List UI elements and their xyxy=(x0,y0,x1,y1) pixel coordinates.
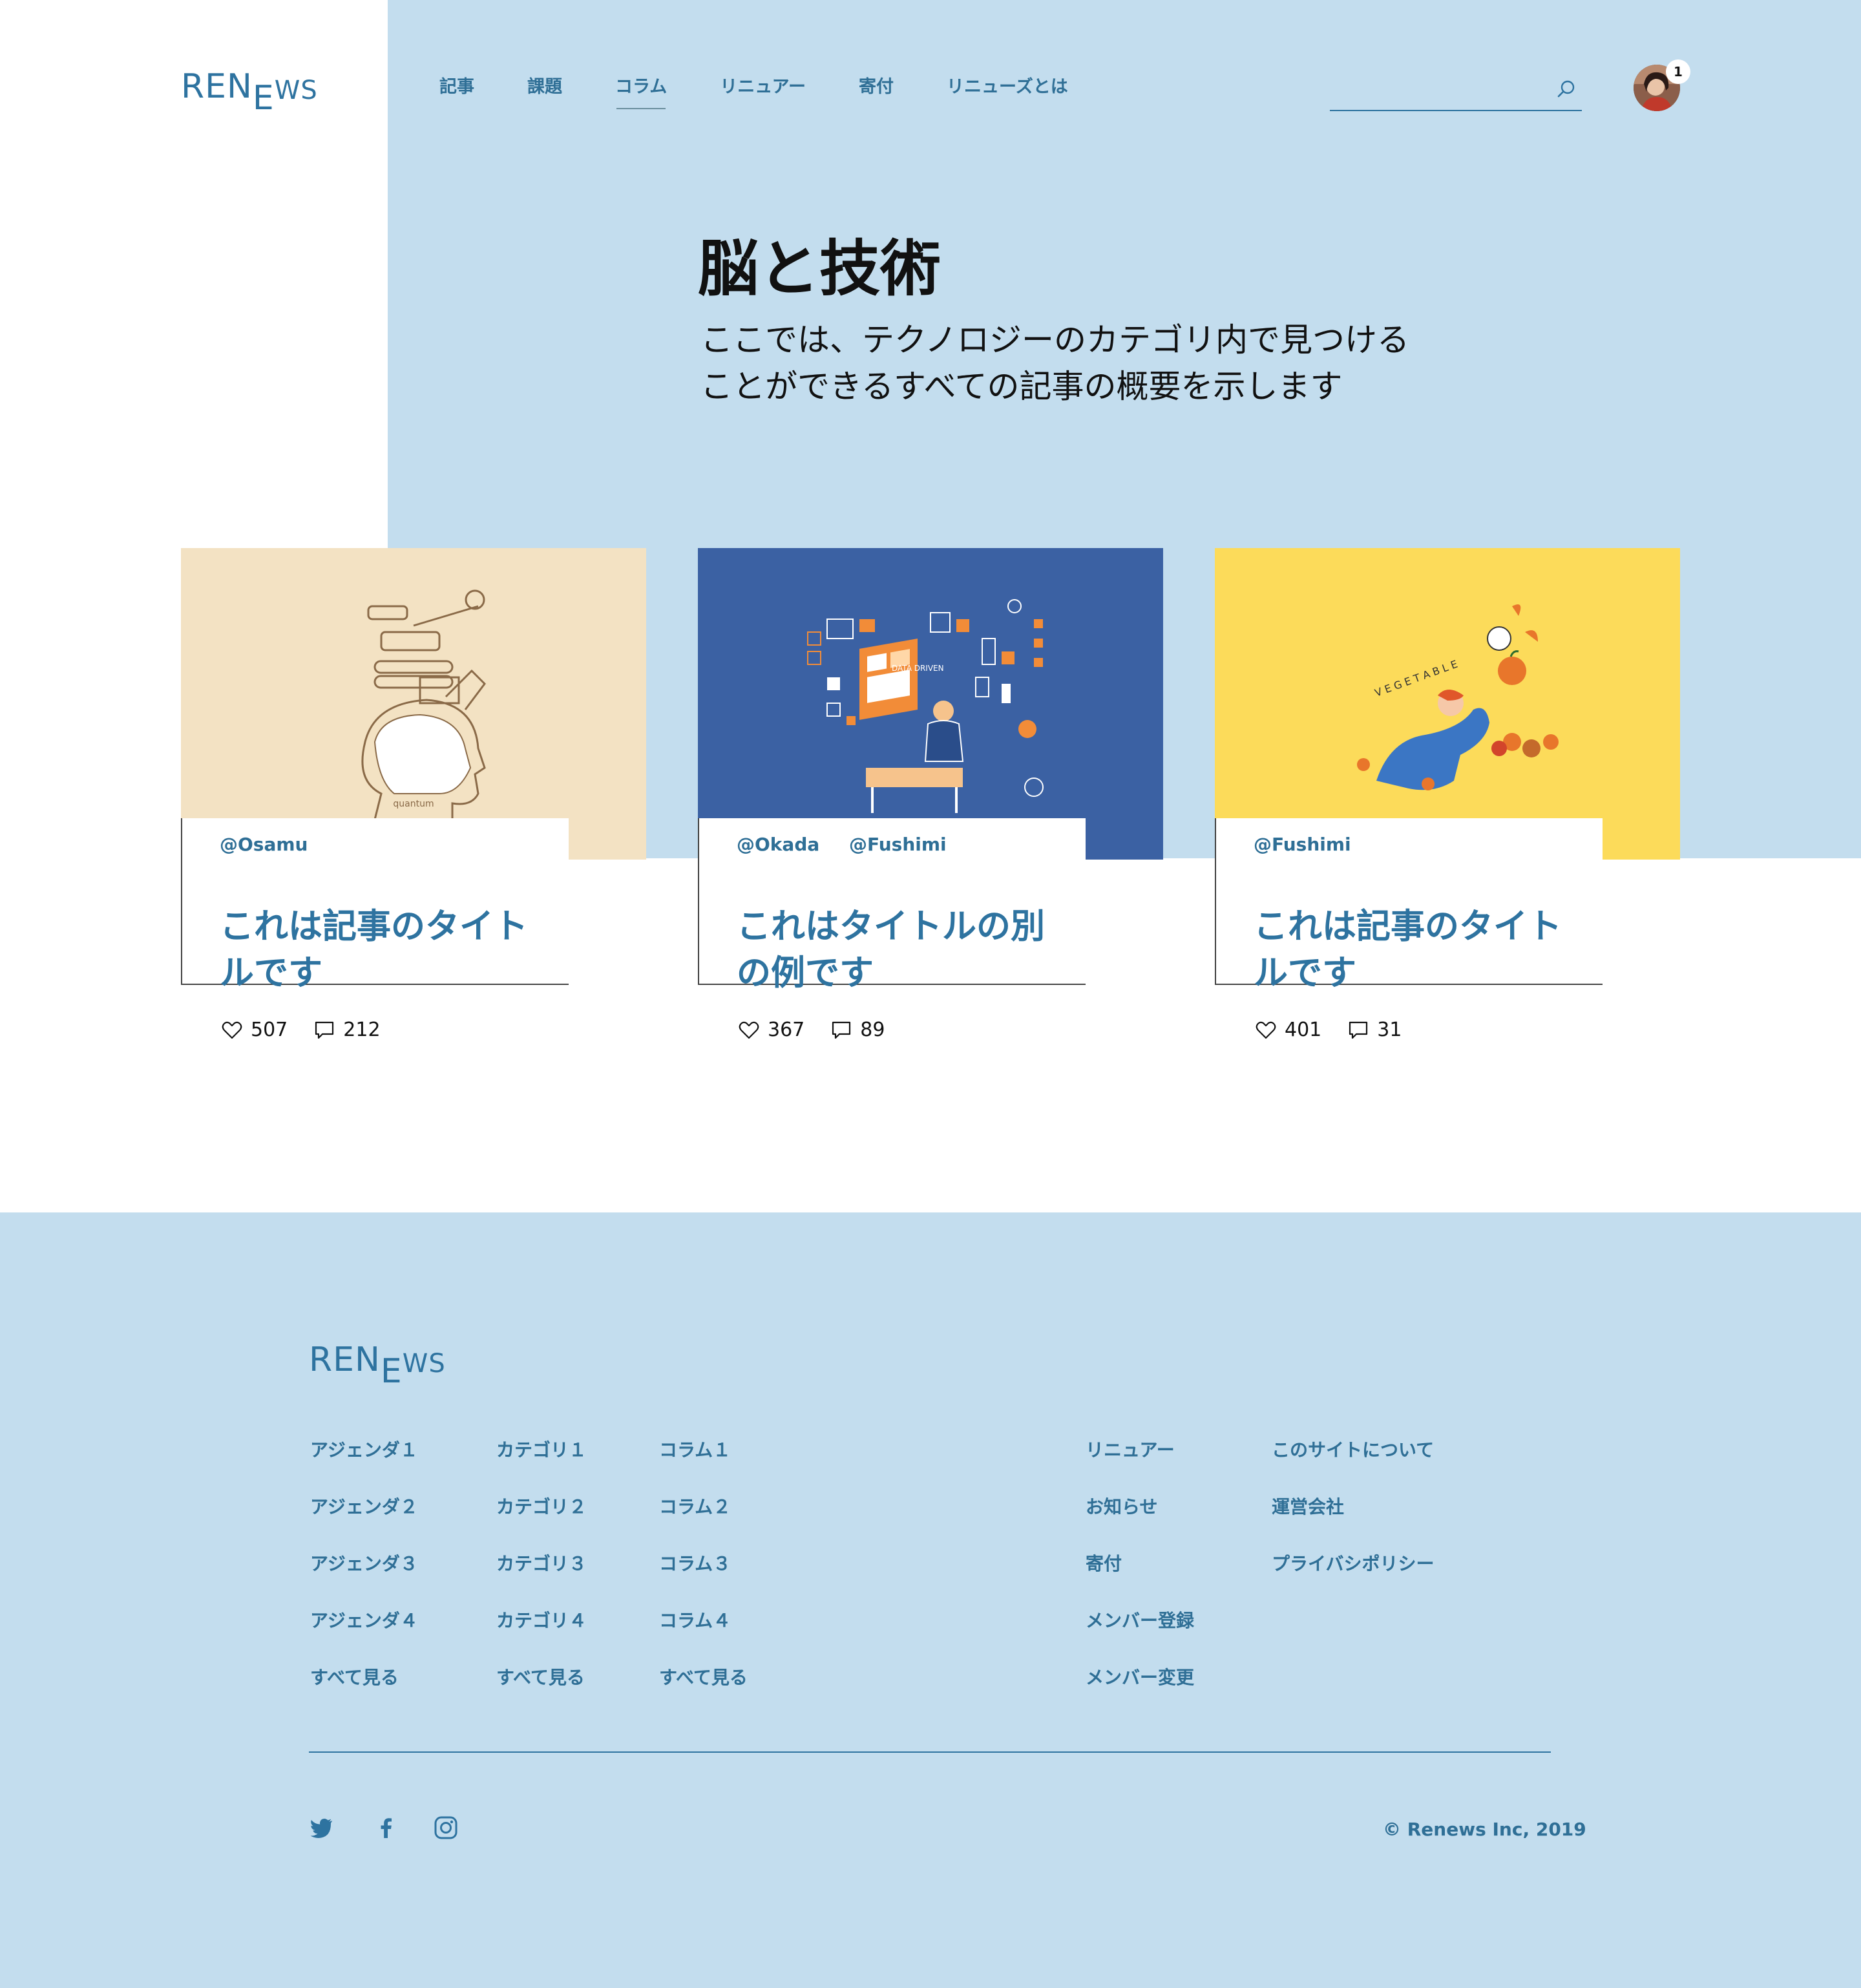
comment-count: 212 xyxy=(343,1019,381,1041)
author-link[interactable]: @Osamu xyxy=(220,834,308,855)
card-stats: 507 212 xyxy=(221,1019,406,1041)
footer-link[interactable]: メンバー登録 xyxy=(1086,1607,1194,1664)
footer-link[interactable]: カテゴリ２ xyxy=(496,1493,587,1550)
footer-link[interactable]: すべて見る xyxy=(496,1664,587,1720)
twitter-icon[interactable] xyxy=(309,1815,335,1841)
footer-column-company: このサイトについて 運営会社 プライバシポリシー xyxy=(1272,1436,1434,1607)
footer-link[interactable]: アジェンダ１ xyxy=(310,1436,418,1493)
footer-link[interactable]: 運営会社 xyxy=(1272,1493,1434,1550)
heart-icon[interactable] xyxy=(1255,1019,1277,1041)
footer-link[interactable]: メンバー変更 xyxy=(1086,1664,1194,1720)
footer-column-service: リニュアー お知らせ 寄付 メンバー登録 メンバー変更 xyxy=(1086,1436,1194,1720)
footer-link[interactable]: アジェンダ２ xyxy=(310,1493,418,1550)
card-stats: 367 89 xyxy=(738,1019,910,1041)
footer-divider xyxy=(309,1751,1551,1753)
card-authors: @Osamu xyxy=(220,834,331,855)
footer-link[interactable]: すべて見る xyxy=(310,1664,418,1720)
nav-donate[interactable]: 寄付 xyxy=(859,72,894,107)
site-footer xyxy=(0,1212,1861,1988)
footer-link[interactable]: コラム２ xyxy=(659,1493,748,1550)
comment-icon[interactable] xyxy=(1347,1019,1369,1041)
nav-issues[interactable]: 課題 xyxy=(527,72,562,107)
like-count: 507 xyxy=(251,1019,288,1041)
footer-link[interactable]: お知らせ xyxy=(1086,1493,1194,1550)
author-link[interactable]: @Okada xyxy=(737,834,819,855)
footer-link[interactable]: カテゴリ１ xyxy=(496,1436,587,1493)
search-icon[interactable] xyxy=(1556,79,1577,100)
page-description: ここでは、テクノロジーのカテゴリ内で見つける ことができるすべての記事の概要を示… xyxy=(700,321,1409,405)
nav-renewer[interactable]: リニュアー xyxy=(720,72,806,107)
footer-column-column: コラム１ コラム２ コラム３ コラム４ すべて見る xyxy=(659,1436,748,1720)
instagram-icon[interactable] xyxy=(433,1815,459,1841)
svg-text:DATA DRIVEN: DATA DRIVEN xyxy=(892,664,944,673)
card-stats: 401 31 xyxy=(1255,1019,1427,1041)
footer-link[interactable]: カテゴリ４ xyxy=(496,1607,587,1664)
footer-logo[interactable]: R E N E WS xyxy=(309,1343,446,1388)
footer-link[interactable]: コラム４ xyxy=(659,1607,748,1664)
footer-link[interactable]: 寄付 xyxy=(1086,1550,1194,1607)
card-authors: @Okada @Fushimi xyxy=(737,834,970,855)
footer-link[interactable]: コラム３ xyxy=(659,1550,748,1607)
nav-about[interactable]: リニューズとは xyxy=(947,72,1068,107)
like-count: 367 xyxy=(768,1019,805,1041)
heart-icon[interactable] xyxy=(221,1019,243,1041)
main-nav: 記事 課題 コラム リニュアー 寄付 リニューズとは xyxy=(439,72,1121,109)
footer-link[interactable]: リニュアー xyxy=(1086,1436,1194,1493)
facebook-icon[interactable] xyxy=(373,1815,399,1841)
brain-quantum-illustration[interactable]: quantum xyxy=(181,548,646,860)
page-title: 脳と技術 xyxy=(698,234,941,304)
notification-badge[interactable]: 1 xyxy=(1667,61,1689,83)
search-input[interactable] xyxy=(1330,76,1543,105)
data-driven-illustration[interactable]: DATA DRIVEN xyxy=(698,548,1163,860)
footer-link[interactable]: プライバシポリシー xyxy=(1272,1550,1434,1607)
card-title[interactable]: これは記事のタイトルです xyxy=(1254,904,1590,997)
author-link[interactable]: @Fushimi xyxy=(1254,834,1351,855)
card-title[interactable]: これはタイトルの別の例です xyxy=(737,904,1073,997)
footer-link[interactable]: カテゴリ３ xyxy=(496,1550,587,1607)
comment-count: 89 xyxy=(860,1019,885,1041)
vegetable-illustration[interactable]: V E G E T A B L E xyxy=(1215,548,1680,860)
comment-count: 31 xyxy=(1377,1019,1402,1041)
nav-articles[interactable]: 記事 xyxy=(439,72,474,107)
copyright: © Renews Inc, 2019 xyxy=(1383,1819,1586,1840)
footer-link[interactable]: このサイトについて xyxy=(1272,1436,1434,1493)
footer-link[interactable]: アジェンダ３ xyxy=(310,1550,418,1607)
footer-link[interactable]: アジェンダ４ xyxy=(310,1607,418,1664)
author-link[interactable]: @Fushimi xyxy=(849,834,947,855)
site-logo[interactable]: R E N E WS xyxy=(181,70,318,115)
like-count: 401 xyxy=(1285,1019,1322,1041)
footer-link[interactable]: コラム１ xyxy=(659,1436,748,1493)
footer-column-agenda: アジェンダ１ アジェンダ２ アジェンダ３ アジェンダ４ すべて見る xyxy=(310,1436,418,1720)
svg-text:quantum: quantum xyxy=(393,799,434,809)
comment-icon[interactable] xyxy=(830,1019,852,1041)
search-bar xyxy=(1330,70,1582,111)
comment-icon[interactable] xyxy=(313,1019,335,1041)
card-authors: @Fushimi xyxy=(1254,834,1374,855)
footer-link[interactable]: すべて見る xyxy=(659,1664,748,1720)
nav-column[interactable]: コラム xyxy=(615,72,667,109)
heart-icon[interactable] xyxy=(738,1019,760,1041)
card-title[interactable]: これは記事のタイトルです xyxy=(220,904,556,997)
footer-column-category: カテゴリ１ カテゴリ２ カテゴリ３ カテゴリ４ すべて見る xyxy=(496,1436,587,1720)
